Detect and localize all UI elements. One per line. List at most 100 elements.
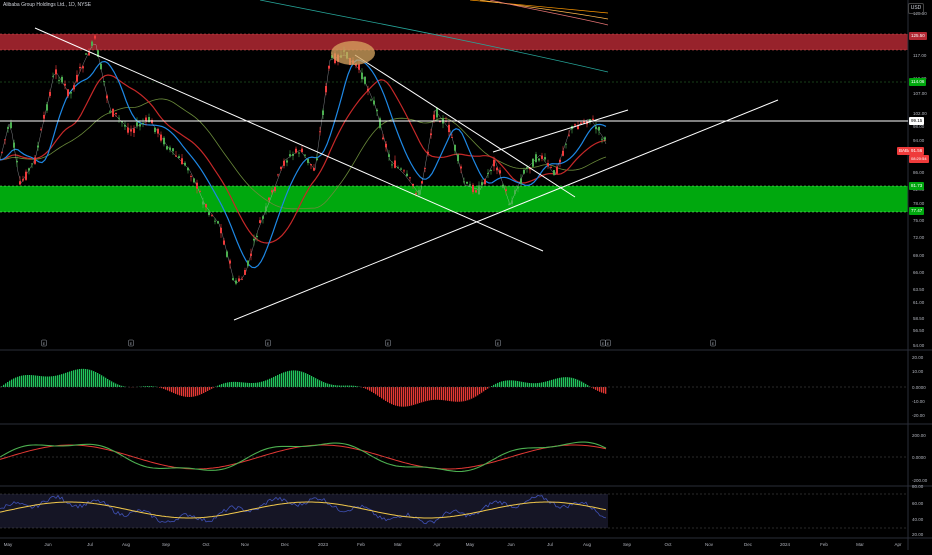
- histogram-bar: [77, 369, 78, 387]
- histogram-bar: [553, 379, 554, 387]
- price-tick-label: 86.00: [913, 170, 925, 175]
- histogram-bar: [453, 387, 454, 402]
- histogram-bar: [429, 387, 430, 400]
- histogram-bar: [99, 374, 100, 387]
- histogram-bar: [309, 375, 310, 387]
- histogram-bar: [439, 387, 440, 400]
- candle: [490, 169, 492, 174]
- earnings-marker-label: E: [387, 341, 390, 346]
- candle: [469, 181, 471, 185]
- earnings-marker-label: E: [607, 341, 610, 346]
- histogram-bar: [459, 387, 460, 402]
- histogram-bar: [537, 383, 538, 387]
- candle: [487, 169, 489, 178]
- histogram-bar: [39, 376, 40, 387]
- candle: [70, 92, 72, 99]
- time-axis-label: Aug: [122, 542, 131, 547]
- time-axis-label: 2024: [780, 542, 791, 547]
- histogram-bar: [571, 378, 572, 387]
- price-tick-label: 107.00: [913, 91, 927, 96]
- histogram-bar: [515, 381, 516, 387]
- histogram-bar: [175, 387, 176, 394]
- chart-canvas[interactable]: 128.00122.00117.00112.00107.00102.0098.0…: [0, 0, 932, 550]
- histogram-bar: [41, 376, 42, 387]
- histogram-bar: [227, 382, 228, 387]
- histogram-bar: [483, 387, 484, 391]
- candle: [259, 217, 261, 223]
- histogram-bar: [9, 381, 10, 387]
- price-tick-label: 69.00: [913, 253, 925, 258]
- price-tick-label: 56.50: [913, 328, 925, 333]
- candle: [421, 181, 423, 184]
- histogram-bar: [599, 387, 600, 392]
- histogram-bar: [379, 387, 380, 397]
- earnings-marker-label: E: [497, 341, 500, 346]
- candle: [211, 214, 213, 217]
- histogram-bar: [329, 384, 330, 387]
- time-axis-label: Dec: [744, 542, 753, 547]
- time-axis-label: Nov: [241, 542, 250, 547]
- histogram-bar: [29, 375, 30, 387]
- histogram-bar: [35, 375, 36, 387]
- histogram-bar: [265, 380, 266, 387]
- symbol-title[interactable]: Alibaba Group Holdings Ltd., 1D, NYSE: [3, 2, 91, 8]
- candle: [286, 159, 288, 167]
- candle: [436, 107, 438, 120]
- histogram-bar: [545, 382, 546, 387]
- histogram-bar: [455, 387, 456, 402]
- histogram-bar: [285, 372, 286, 387]
- histogram-bar: [87, 369, 88, 387]
- candle: [535, 152, 537, 163]
- candle: [49, 90, 51, 98]
- trading-chart[interactable]: 128.00122.00117.00112.00107.00102.0098.0…: [0, 0, 932, 550]
- channel-line: [355, 55, 575, 197]
- osc3-tick-label: 20.00: [912, 532, 924, 537]
- histogram-bar: [575, 379, 576, 387]
- histogram-bar: [239, 382, 240, 387]
- time-axis-label: Jul: [547, 542, 553, 547]
- histogram-bar: [397, 387, 398, 406]
- time-axis-label: May: [4, 542, 13, 547]
- histogram-bar: [79, 369, 80, 387]
- histogram-bar: [507, 380, 508, 387]
- histogram-bar: [573, 378, 574, 387]
- histogram-bar: [421, 387, 422, 402]
- histogram-bar: [495, 384, 496, 387]
- histogram-bar: [437, 387, 438, 400]
- currency-badge[interactable]: USD: [908, 3, 924, 14]
- histogram-bar: [295, 370, 296, 387]
- price-tick-label: 94.00: [913, 138, 925, 143]
- candle: [226, 250, 228, 258]
- histogram-bar: [237, 382, 238, 387]
- histogram-bar: [279, 374, 280, 387]
- candle: [541, 153, 543, 161]
- candle: [394, 155, 396, 168]
- time-axis-label: Dec: [281, 542, 290, 547]
- candle: [160, 132, 162, 143]
- histogram-bar: [205, 387, 206, 392]
- histogram-bar: [497, 383, 498, 387]
- histogram-bar: [569, 377, 570, 387]
- histogram-bar: [5, 383, 6, 387]
- histogram-bar: [117, 384, 118, 387]
- candle: [190, 174, 192, 181]
- histogram-bar: [371, 387, 372, 392]
- candle: [406, 170, 408, 177]
- histogram-bar: [93, 371, 94, 387]
- histogram-bar: [57, 375, 58, 387]
- histogram-bar: [257, 383, 258, 387]
- candle: [442, 115, 444, 128]
- time-axis-label: Apr: [894, 542, 902, 547]
- histogram-bar: [485, 387, 486, 390]
- histogram-bar: [557, 378, 558, 387]
- candle: [166, 146, 168, 150]
- histogram-bar: [547, 381, 548, 387]
- histogram-bar: [539, 383, 540, 387]
- histogram-bar: [95, 372, 96, 387]
- histogram-bar: [61, 374, 62, 387]
- histogram-bar: [567, 377, 568, 387]
- histogram-bar: [405, 387, 406, 407]
- histogram-bar: [521, 382, 522, 387]
- histogram-bar: [181, 387, 182, 396]
- line-price-tag: 99.15: [909, 117, 924, 125]
